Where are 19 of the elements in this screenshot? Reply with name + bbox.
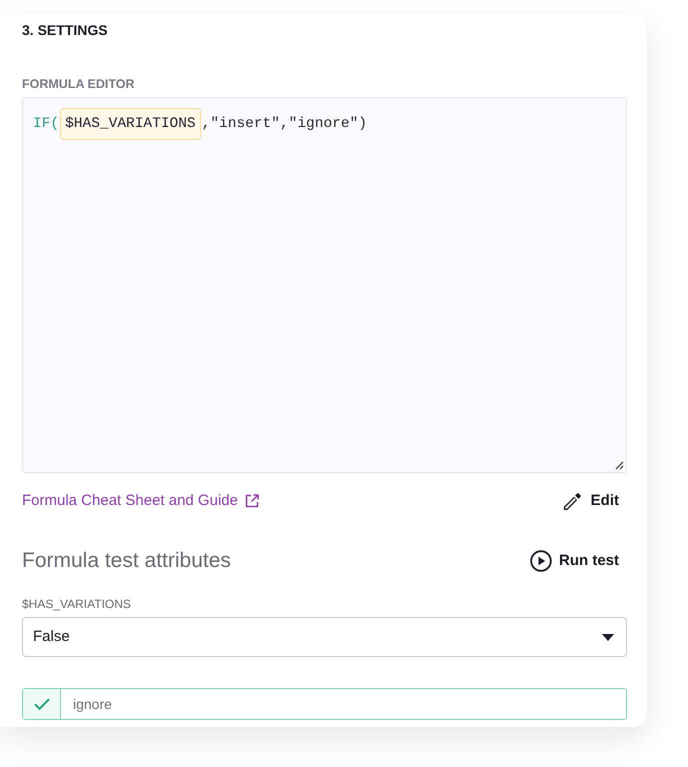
code-text: IF(: [33, 115, 60, 134]
external-link-icon: [244, 494, 259, 508]
attribute-label: $HAS_VARIATIONS: [22, 596, 131, 612]
section-title: 3. SETTINGS: [22, 22, 108, 38]
edit-button[interactable]: Edit: [562, 490, 627, 512]
variable-chip: $HAS_VARIATIONS: [60, 108, 201, 140]
pencil-icon: [562, 492, 582, 510]
check-icon: [34, 698, 50, 710]
resize-handle-icon[interactable]: [615, 461, 624, 470]
result-value: ignore: [72, 694, 112, 714]
play-circle-icon: [530, 550, 552, 572]
run-test-button[interactable]: Run test: [530, 550, 627, 572]
guide-link[interactable]: Formula Cheat Sheet and Guide: [22, 490, 259, 512]
field-label: FORMULA EDITOR: [22, 76, 134, 92]
code-text: ,"insert","ignore"): [202, 115, 367, 134]
section-heading: Formula test attributes: [22, 548, 231, 574]
caret-icon: [602, 634, 614, 640]
attribute-select[interactable]: False: [22, 617, 627, 657]
formula-editor[interactable]: IF( $HAS_VARIATIONS ,"insert","ignore"): [22, 97, 627, 473]
